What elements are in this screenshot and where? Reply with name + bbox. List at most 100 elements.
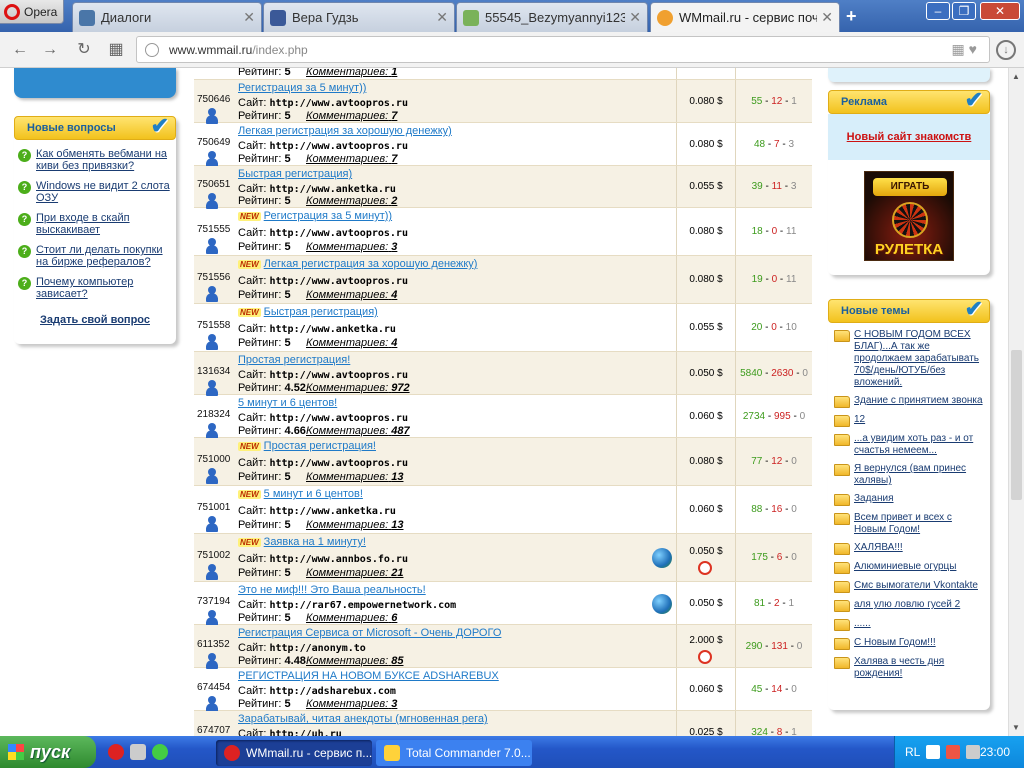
comments-link[interactable]: Комментариев: 2 (306, 195, 397, 207)
topic-item[interactable]: 12 (834, 414, 984, 427)
topic-item[interactable]: Смс вымогатели Vkontakte (834, 580, 984, 593)
question-item[interactable]: ? При входе в скайп выскакивает (18, 212, 176, 236)
topic-link[interactable]: Халява в честь дня рождения! (854, 656, 984, 680)
address-bar[interactable]: www.wmmail.ru/index.php ▦♥ (136, 36, 990, 63)
task-title-link[interactable]: Регистрация за 5 минут)) (238, 82, 366, 94)
comments-link[interactable]: Комментариев: 972 (306, 382, 410, 394)
close-tab-icon[interactable]: ✕ (629, 9, 641, 26)
tab-vera-gudz[interactable]: Вера Гудзь ✕ (263, 2, 455, 32)
task-title-link[interactable]: NEW Регистрация за 5 минут)) (238, 210, 392, 222)
language-indicator[interactable]: RL (905, 745, 920, 759)
speed-dial-grid-icon[interactable]: ▦ (106, 40, 126, 60)
ask-question-link[interactable]: Задать свой вопрос (14, 314, 176, 326)
topic-item[interactable]: Халява в честь дня рождения! (834, 656, 984, 680)
volume-icon[interactable] (966, 745, 981, 759)
comments-link[interactable]: Комментариев: 85 (306, 655, 403, 667)
task-title-link[interactable]: NEW Легкая регистрация за хорошую денежку… (238, 258, 477, 270)
comments-link[interactable]: Комментариев: 487 (306, 425, 410, 437)
task-title-link[interactable]: Регистрация Сервиса от Microsoft - Очень… (238, 627, 501, 639)
comments-link[interactable]: Комментариев: 21 (306, 567, 403, 579)
app-quicklaunch-icon[interactable] (152, 744, 168, 760)
tray-icon[interactable] (926, 745, 941, 759)
scrollbar-thumb[interactable] (1011, 350, 1022, 500)
close-window-button[interactable]: ✕ (980, 2, 1020, 20)
task-title-link[interactable]: Быстрая регистрация) (238, 168, 352, 180)
minimize-button[interactable]: – (926, 2, 950, 20)
comments-link[interactable]: Комментариев: 1 (306, 68, 397, 78)
forward-arrow-icon[interactable]: → (40, 40, 60, 60)
topic-link[interactable]: Я вернулся (вам принес халявы) (854, 463, 984, 487)
taskbar-item-total-commander[interactable]: Total Commander 7.0... (376, 740, 532, 766)
topic-item[interactable]: Я вернулся (вам принес халявы) (834, 463, 984, 487)
topic-link[interactable]: 12 (854, 414, 865, 427)
opera-menu-button[interactable]: Opera (0, 0, 64, 24)
task-title-link[interactable]: Простая регистрация! (238, 354, 350, 366)
new-tab-button[interactable]: + (846, 6, 857, 27)
task-title-link[interactable]: РЕГИСТРАЦИЯ НА НОВОМ БУКСЕ ADSHAREBUX (238, 670, 499, 682)
disk-quicklaunch-icon[interactable] (130, 744, 146, 760)
maximize-button[interactable]: ❐ (952, 2, 976, 20)
task-title-link[interactable]: Это не миф!!! Это Ваша реальность! (238, 584, 426, 596)
task-title-link[interactable]: NEW Простая регистрация! (238, 440, 376, 452)
topic-link[interactable]: Здание с принятием звонка (854, 395, 983, 408)
close-tab-icon[interactable]: ✕ (821, 9, 833, 26)
topic-link[interactable]: ХАЛЯВА!!! (854, 542, 903, 555)
close-tab-icon[interactable]: ✕ (436, 9, 448, 26)
question-item[interactable]: ? Почему компьютер зависает? (18, 276, 176, 300)
topic-item[interactable]: Здание с принятием звонка (834, 395, 984, 408)
topic-link[interactable]: ...... (854, 618, 871, 631)
topic-link[interactable]: Задания (854, 493, 894, 506)
topic-link[interactable]: Алюминиевые огурцы (854, 561, 956, 574)
question-item[interactable]: ? Windows не видит 2 слота ОЗУ (18, 180, 176, 204)
task-title-link[interactable]: 5 минут и 6 центов! (238, 397, 337, 409)
topic-item[interactable]: Всем привет и всех с Новым Годом! (834, 512, 984, 536)
topic-item[interactable]: С НОВЫМ ГОДОМ ВСЕХ БЛАГ)...А так же прод… (834, 329, 984, 389)
comments-link[interactable]: Комментариев: 13 (306, 471, 403, 483)
tab-wmmail[interactable]: WMmail.ru - сервис почт ✕ (650, 2, 840, 32)
comments-link[interactable]: Комментариев: 3 (306, 241, 397, 253)
vertical-scrollbar[interactable]: ▲ ▼ (1008, 68, 1024, 736)
back-arrow-icon[interactable]: ← (10, 40, 30, 60)
comments-link[interactable]: Комментариев: 6 (306, 612, 397, 624)
question-link[interactable]: Windows не видит 2 слота ОЗУ (36, 180, 176, 204)
topic-item[interactable]: ХАЛЯВА!!! (834, 542, 984, 555)
taskbar-item-opera[interactable]: WMmail.ru - сервис п... (216, 740, 372, 766)
topic-item[interactable]: С Новым Годом!!! (834, 637, 984, 650)
ad-link-dating[interactable]: Новый сайт знакомств (828, 114, 990, 160)
comments-link[interactable]: Комментариев: 3 (306, 698, 397, 710)
topic-link[interactable]: С Новым Годом!!! (854, 637, 936, 650)
question-link[interactable]: Почему компьютер зависает? (36, 276, 176, 300)
tray-icon[interactable] (946, 745, 961, 759)
topic-item[interactable]: Задания (834, 493, 984, 506)
scroll-up-icon[interactable]: ▲ (1012, 72, 1020, 81)
question-link[interactable]: При входе в скайп выскакивает (36, 212, 176, 236)
comments-link[interactable]: Комментариев: 7 (306, 153, 397, 165)
topic-item[interactable]: ...... (834, 618, 984, 631)
task-title-link[interactable]: NEW 5 минут и 6 центов! (238, 488, 363, 500)
question-link[interactable]: Стоит ли делать покупки на бирже реферал… (36, 244, 176, 268)
question-item[interactable]: ? Как обменять вебмани на киви без привяз… (18, 148, 176, 172)
task-title-link[interactable]: NEW Быстрая регистрация) (238, 306, 378, 318)
topic-link[interactable]: С НОВЫМ ГОДОМ ВСЕХ БЛАГ)...А так же прод… (854, 329, 984, 389)
topic-item[interactable]: Алюминиевые огурцы (834, 561, 984, 574)
question-item[interactable]: ? Стоит ли делать покупки на бирже рефера… (18, 244, 176, 268)
comments-link[interactable]: Комментариев: 7 (306, 110, 397, 122)
reload-icon[interactable]: ↻ (74, 40, 94, 60)
download-icon[interactable]: ↓ (996, 40, 1016, 60)
topic-link[interactable]: аля улю ловлю гусей 2 (854, 599, 960, 612)
topic-item[interactable]: ...а увидим хоть раз - и от счастья неме… (834, 433, 984, 457)
task-title-link[interactable]: Легкая регистрация за хорошую денежку) (238, 125, 452, 137)
question-link[interactable]: Как обменять вебмани на киви без привязк… (36, 148, 176, 172)
topic-item[interactable]: аля улю ловлю гусей 2 (834, 599, 984, 612)
task-title-link[interactable]: NEW Заявка на 1 минуту! (238, 536, 366, 548)
topic-link[interactable]: Смс вымогатели Vkontakte (854, 580, 978, 593)
comments-link[interactable]: Комментариев: 4 (306, 337, 397, 349)
comments-link[interactable]: Комментариев: 4 (306, 289, 397, 301)
tab-image[interactable]: 55545_Bezymyannyi1234 ✕ (456, 2, 648, 32)
opera-quicklaunch-icon[interactable] (108, 744, 124, 760)
tab-dialogi[interactable]: Диалоги ✕ (72, 2, 262, 32)
task-title-link[interactable]: Зарабатывай, читая анекдоты (мгновенная … (238, 713, 488, 725)
close-tab-icon[interactable]: ✕ (243, 9, 255, 26)
banner-play-button[interactable]: ИГРАТЬ (873, 178, 947, 196)
start-button[interactable]: пуск (0, 736, 96, 768)
